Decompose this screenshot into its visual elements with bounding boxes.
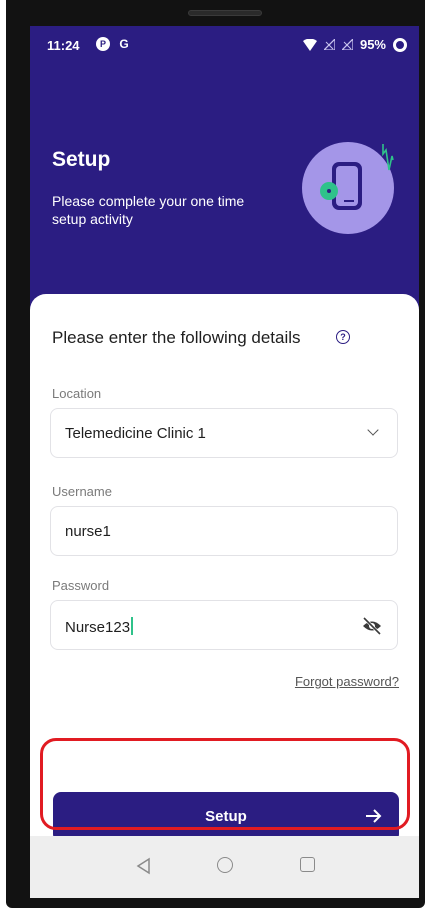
help-icon[interactable]: ? [336,330,350,344]
google-icon: G [119,37,129,51]
form-title: Please enter the following details [52,328,301,347]
page-subtitle: Please complete your one time setup acti… [52,193,245,227]
username-label: Username [52,484,112,499]
status-bar: 11:24 P G 95% [30,26,419,66]
signal-off-icon [341,39,353,50]
setup-button-highlight [40,738,410,830]
pulse-icon [382,144,394,171]
battery-ring-icon [393,37,407,52]
chevron-down-icon[interactable] [367,424,379,436]
header: 11:24 P G 95% Setup Please complete your… [30,26,419,326]
location-value: Telemedicine Clinic 1 [65,425,206,442]
eye-off-icon[interactable] [361,616,383,636]
location-dropdown[interactable]: Telemedicine Clinic 1 [50,408,398,458]
forgot-password-link[interactable]: Forgot password? [295,674,399,689]
username-value: nurse1 [65,523,111,540]
status-time: 11:24 [47,38,80,53]
location-label: Location [52,386,102,401]
text-cursor [131,617,134,635]
password-value: Nurse123 [65,619,131,636]
phone-settings-icon [302,142,394,234]
username-field[interactable]: nurse1 [50,506,398,556]
home-icon[interactable] [217,857,233,873]
page-title: Setup [52,148,111,171]
system-nav-bar [30,836,419,898]
battery-percent: 95% [359,37,386,52]
recents-icon[interactable] [300,857,315,872]
signal-off-icon [323,39,335,50]
device-speaker [188,10,262,16]
wifi-icon [302,38,317,51]
gear-icon [320,182,338,200]
password-label: Password [52,578,110,593]
pinterest-icon: P [96,37,110,51]
back-icon[interactable] [134,856,154,876]
password-field[interactable]: Nurse123 [50,600,398,650]
